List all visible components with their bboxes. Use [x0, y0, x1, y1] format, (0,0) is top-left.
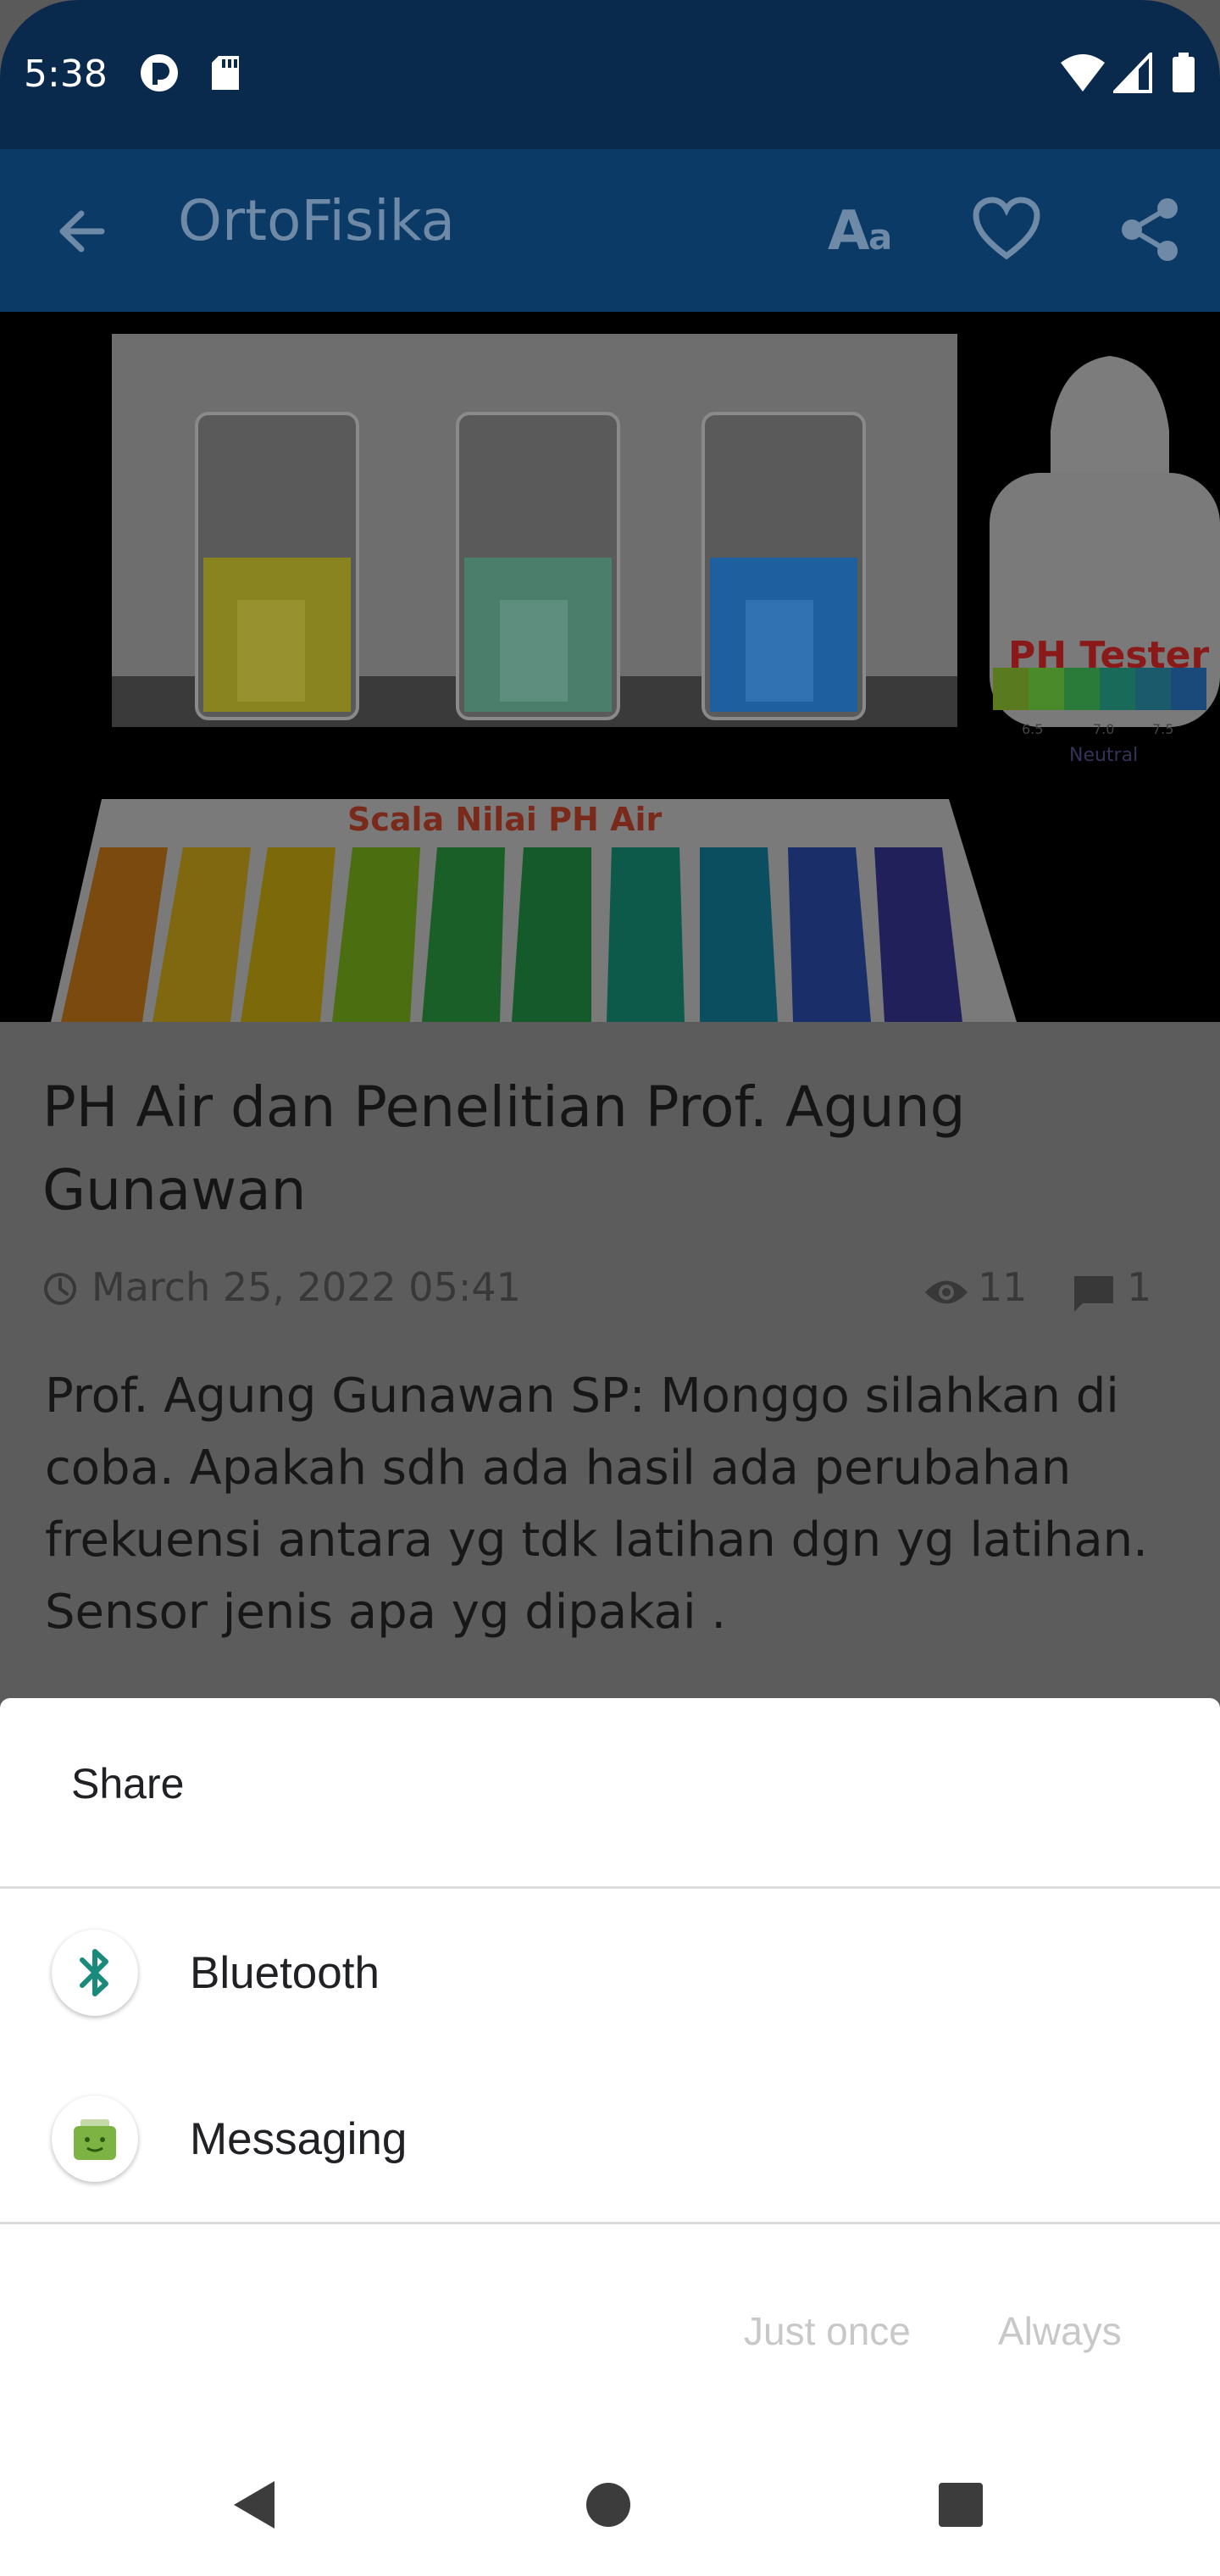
messaging-label: Messaging: [190, 2114, 408, 2164]
nav-back-icon[interactable]: [229, 2478, 280, 2532]
bluetooth-icon: [52, 1929, 138, 2016]
messaging-icon: [52, 2096, 138, 2182]
sheet-divider-bottom: [0, 2222, 1220, 2224]
svg-text:a: a: [868, 216, 892, 256]
wifi-icon: [1061, 54, 1105, 92]
share-target-bluetooth[interactable]: Bluetooth: [0, 1891, 1220, 2057]
comment-icon: [1074, 1276, 1113, 1312]
glass-blue: [702, 412, 866, 720]
clock-icon: [44, 1273, 76, 1305]
ph-test-photo: PH Tester 6.5 7.0 7.5 Neutral Scala Nila…: [0, 312, 1220, 1022]
cell-signal-icon: [1113, 53, 1152, 93]
svg-text:A: A: [828, 200, 870, 256]
back-arrow-icon[interactable]: [53, 202, 112, 261]
status-bar: [0, 0, 1220, 149]
app-notification-icon: [141, 54, 178, 92]
share-icon[interactable]: [1118, 197, 1181, 263]
views-count: 11: [978, 1264, 1028, 1310]
bottle-tick-3: 7.5: [1152, 721, 1173, 737]
article-body: Prof. Agung Gunawan SP: Monggo silahkan …: [45, 1368, 1148, 1640]
font-size-icon[interactable]: A a: [826, 197, 904, 256]
bottle-sublabel: Neutral: [1069, 745, 1138, 766]
share-target-messaging[interactable]: Messaging: [0, 2057, 1220, 2223]
heart-icon[interactable]: [973, 197, 1040, 261]
bottle-tick-2: 7.0: [1093, 721, 1114, 737]
article-image: PH Tester 6.5 7.0 7.5 Neutral Scala Nila…: [0, 312, 1220, 1022]
scale-caption: Scala Nilai PH Air: [347, 801, 663, 838]
battery-icon: [1173, 53, 1195, 92]
sheet-divider-top: [0, 1886, 1220, 1889]
glass-yellow: [195, 412, 359, 720]
bottle-tick-1: 6.5: [1022, 721, 1043, 737]
status-time: 5:38: [24, 53, 108, 96]
toolbar-title: OrtoFisika: [178, 188, 456, 253]
sd-card-icon: [212, 56, 239, 90]
views-eye-icon: [925, 1280, 968, 1304]
bluetooth-label: Bluetooth: [190, 1948, 380, 1998]
nav-home-icon[interactable]: [585, 2481, 632, 2529]
always-button[interactable]: Always: [998, 2308, 1122, 2354]
comments-count: 1: [1127, 1264, 1152, 1310]
share-sheet-title: Share: [71, 1760, 185, 1807]
article-title: PH Air dan Penelitian Prof. Agung Gunawa…: [42, 1074, 966, 1223]
just-once-button[interactable]: Just once: [744, 2308, 911, 2354]
glass-green: [456, 412, 620, 720]
nav-recents-icon[interactable]: [937, 2481, 984, 2529]
article-date: March 25, 2022 05:41: [92, 1264, 521, 1310]
